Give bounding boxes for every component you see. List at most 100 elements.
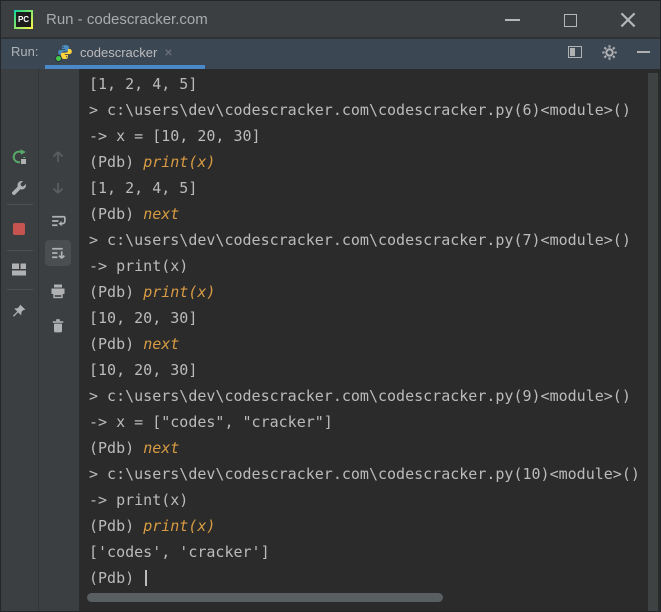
console-output: [1, 2, 4, 5] > c:\users\dev\codescracker.…	[79, 69, 648, 591]
maximize-button[interactable]	[553, 1, 587, 39]
console-line: -> x = [10, 20, 30]	[89, 123, 648, 149]
tab-label: codescracker	[80, 44, 158, 60]
left-toolbar	[1, 69, 79, 611]
console-line: (Pdb) print(x)	[89, 279, 648, 305]
console-text-segment: print(x)	[143, 153, 216, 171]
running-indicator-dot	[55, 55, 62, 62]
minimize-icon	[504, 19, 520, 21]
tab-close-icon[interactable]: ×	[164, 45, 172, 59]
console-text-segment: -> x = ["codes", "cracker"]	[89, 413, 333, 431]
stop-icon	[13, 223, 25, 235]
console-text-segment: ['codes', 'cracker']	[89, 543, 270, 561]
console-line: (Pdb) print(x)	[89, 513, 648, 539]
console-line: (Pdb) next	[89, 201, 648, 227]
console-text-segment: > c:\users\dev\codescracker.com\codescra…	[89, 231, 631, 249]
console-line: -> x = ["codes", "cracker"]	[89, 409, 648, 435]
text-cursor	[145, 570, 148, 586]
clear-trash-icon	[52, 319, 64, 333]
wrench-icon	[12, 181, 27, 195]
up-arrow-icon	[52, 151, 64, 162]
console-text-segment: [10, 20, 30]	[89, 361, 198, 379]
minimize-button[interactable]	[495, 1, 529, 39]
console-text-segment: next	[143, 335, 180, 353]
soft-wrap-button[interactable]	[45, 208, 71, 234]
console-line: (Pdb) print(x)	[89, 149, 648, 175]
tab-bar-actions	[566, 39, 652, 65]
down-arrow-icon	[52, 183, 64, 194]
close-icon: ×	[617, 5, 639, 35]
run-tool-tab-bar: Run: codescracker ×	[1, 39, 660, 69]
soft-wrap-icon	[51, 215, 66, 226]
window-controls: ×	[495, 1, 645, 39]
stop-button[interactable]	[6, 216, 32, 242]
console-text-segment: [10, 20, 30]	[89, 309, 198, 327]
horizontal-scrollbar[interactable]	[87, 593, 640, 602]
console-text-segment: > c:\users\dev\codescracker.com\codescra…	[89, 101, 631, 119]
console-text-segment: [1, 2, 4, 5]	[89, 75, 198, 93]
hide-tool-window-button[interactable]	[634, 43, 652, 61]
float-window-button[interactable]	[566, 43, 584, 61]
toolbar-separator	[7, 250, 33, 251]
console-line: > c:\users\dev\codescracker.com\codescra…	[89, 97, 648, 123]
scroll-to-end-icon	[51, 247, 65, 259]
console-line: > c:\users\dev\codescracker.com\codescra…	[89, 227, 648, 253]
pycharm-logo-icon: PC	[14, 9, 33, 29]
console-text-segment: next	[143, 439, 180, 457]
console-text-segment: (Pdb)	[89, 205, 144, 223]
console-text-segment: print(x)	[143, 517, 216, 535]
pin-icon	[12, 304, 26, 317]
pycharm-run-window: PC Run - codescracker.com × Run: codescr…	[0, 0, 661, 612]
console-text-segment: print(x)	[143, 283, 216, 301]
up-stack-frame-button[interactable]	[45, 144, 71, 170]
title-bar: PC Run - codescracker.com ×	[1, 1, 660, 39]
console-text-segment: (Pdb)	[89, 517, 144, 535]
console-text-segment: > c:\users\dev\codescracker.com\codescra…	[89, 387, 631, 405]
console-line: [1, 2, 4, 5]	[89, 175, 648, 201]
console-line: -> print(x)	[89, 487, 648, 513]
horizontal-scrollbar-thumb[interactable]	[87, 593, 443, 602]
console-line: (Pdb) next	[89, 331, 648, 357]
console-text-segment: (Pdb)	[89, 569, 144, 587]
vertical-scrollbar[interactable]	[648, 73, 658, 611]
console-line: [10, 20, 30]	[89, 357, 648, 383]
toolbar-separator	[7, 204, 33, 205]
hide-icon	[636, 51, 650, 53]
maximize-icon	[563, 13, 577, 27]
close-button[interactable]: ×	[611, 1, 645, 39]
toolbar-divider	[38, 69, 39, 611]
debug-settings-button[interactable]	[6, 175, 32, 201]
down-stack-frame-button[interactable]	[45, 175, 71, 201]
print-button[interactable]	[45, 278, 71, 304]
scroll-to-end-button[interactable]	[45, 240, 71, 266]
rerun-button[interactable]	[6, 144, 32, 170]
console-line: (Pdb) next	[89, 435, 648, 461]
console-text-segment: -> print(x)	[89, 491, 189, 509]
console-text-segment: -> x = [10, 20, 30]	[89, 127, 261, 145]
console-text-segment: next	[143, 205, 180, 223]
restore-layout-button[interactable]	[6, 256, 32, 282]
console-line: > c:\users\dev\codescracker.com\codescra…	[89, 461, 648, 487]
console-text-segment: (Pdb)	[89, 153, 144, 171]
layout-icon	[12, 263, 26, 275]
debug-console[interactable]: [1, 2, 4, 5] > c:\users\dev\codescracker.…	[79, 69, 660, 611]
window-title: Run - codescracker.com	[46, 10, 208, 28]
console-line: (Pdb)	[89, 565, 648, 591]
print-icon	[51, 284, 65, 299]
rerun-icon	[12, 149, 27, 165]
settings-gear-icon	[601, 44, 617, 60]
console-line: [1, 2, 4, 5]	[89, 71, 648, 97]
console-text-segment: > c:\users\dev\codescracker.com\codescra…	[89, 465, 640, 483]
console-text-segment: [1, 2, 4, 5]	[89, 179, 198, 197]
console-text-segment: (Pdb)	[89, 283, 144, 301]
console-line: > c:\users\dev\codescracker.com\codescra…	[89, 383, 648, 409]
tab-codescracker[interactable]: codescracker ×	[55, 39, 173, 65]
toolbar-separator	[7, 289, 33, 290]
clear-console-button[interactable]	[45, 313, 71, 339]
console-text-segment: (Pdb)	[89, 335, 144, 353]
console-text-segment: -> print(x)	[89, 257, 189, 275]
settings-button[interactable]	[600, 43, 618, 61]
float-window-icon	[568, 46, 582, 58]
pin-tab-button[interactable]	[6, 298, 32, 324]
console-line: -> print(x)	[89, 253, 648, 279]
run-label: Run:	[11, 44, 39, 59]
